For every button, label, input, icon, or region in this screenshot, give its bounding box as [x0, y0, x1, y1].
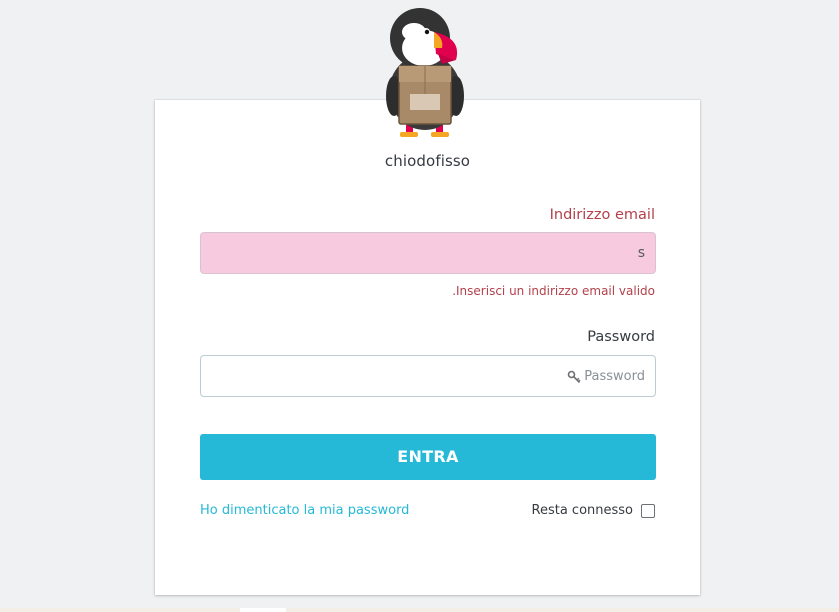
password-field[interactable]: Password [200, 355, 656, 397]
key-icon [567, 370, 581, 383]
bottom-strip-segment [240, 608, 286, 612]
password-placeholder: Password [567, 369, 645, 384]
stay-logged-in-checkbox[interactable] [641, 504, 655, 518]
forgot-password-link[interactable]: Ho dimenticato la mia password [200, 503, 409, 518]
login-card [155, 100, 700, 595]
email-value: s [637, 245, 645, 261]
password-placeholder-text: Password [584, 369, 645, 384]
login-page: chiodofisso Indirizzo email s .Inserisci… [0, 0, 839, 612]
bottom-strip [0, 608, 839, 612]
email-error-message: .Inserisci un indirizzo email valido [452, 284, 655, 298]
shop-name: chiodofisso [384, 152, 471, 170]
email-label: Indirizzo email [549, 207, 655, 223]
password-label: Password [587, 329, 655, 345]
prestashop-puffin-logo [386, 8, 464, 137]
login-submit-button[interactable]: ENTRA [200, 434, 656, 480]
stay-logged-in-label: Resta connesso [531, 503, 634, 518]
email-field[interactable]: s [200, 232, 656, 274]
